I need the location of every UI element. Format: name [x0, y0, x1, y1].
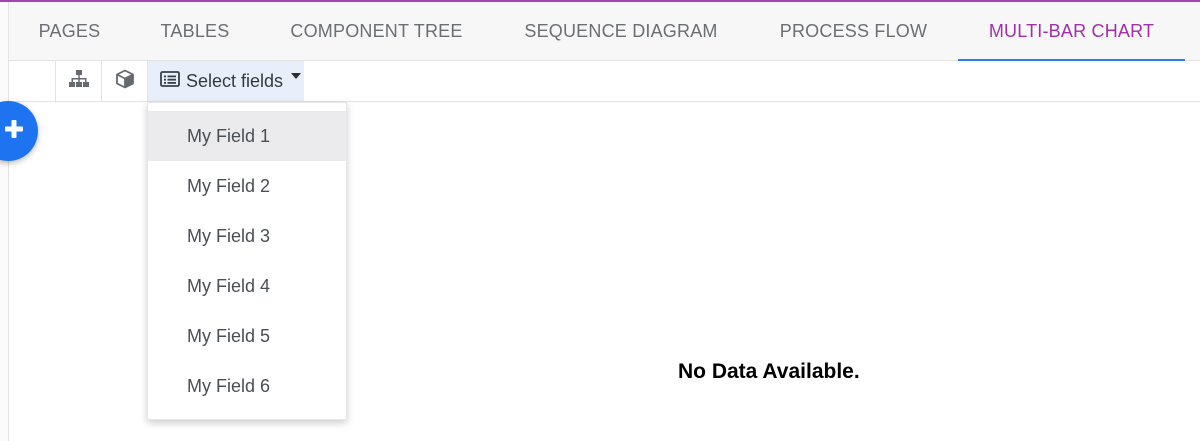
add-fab-button[interactable]	[0, 101, 38, 161]
chart-toolbar: Select fields	[9, 61, 1200, 102]
sitemap-icon	[68, 69, 89, 93]
select-fields-dropdown: My Field 1 My Field 2 My Field 3 My Fiel…	[147, 102, 347, 420]
cube-button[interactable]	[101, 61, 147, 101]
tab-pages[interactable]: PAGES	[9, 2, 130, 60]
left-rail	[0, 2, 9, 441]
plus-icon	[5, 119, 23, 143]
list-card-icon	[160, 70, 180, 92]
app-window: PAGES TABLES COMPONENT TREE SEQUENCE DIA…	[0, 0, 1200, 441]
dropdown-item-my-field-1[interactable]: My Field 1	[148, 111, 346, 161]
select-fields-label: Select fields	[186, 70, 284, 91]
caret-down-icon	[291, 73, 302, 79]
tab-sequence-diagram[interactable]: SEQUENCE DIAGRAM	[493, 2, 749, 60]
hierarchy-button[interactable]	[55, 61, 101, 101]
dropdown-item-my-field-3[interactable]: My Field 3	[148, 211, 346, 261]
dropdown-item-my-field-6[interactable]: My Field 6	[148, 361, 346, 411]
dropdown-item-my-field-4[interactable]: My Field 4	[148, 261, 346, 311]
cube-icon	[115, 69, 135, 94]
select-fields-button[interactable]: Select fields	[147, 61, 304, 101]
tab-component-tree[interactable]: COMPONENT TREE	[260, 2, 493, 60]
tab-tables[interactable]: TABLES	[130, 2, 260, 60]
dropdown-item-my-field-2[interactable]: My Field 2	[148, 161, 346, 211]
empty-chart-message: No Data Available.	[678, 360, 860, 383]
tab-multi-bar-chart[interactable]: MULTI-BAR CHART	[958, 2, 1185, 61]
dropdown-item-my-field-5[interactable]: My Field 5	[148, 311, 346, 361]
tab-process-flow[interactable]: PROCESS FLOW	[749, 2, 958, 60]
tab-bar: PAGES TABLES COMPONENT TREE SEQUENCE DIA…	[9, 2, 1200, 61]
